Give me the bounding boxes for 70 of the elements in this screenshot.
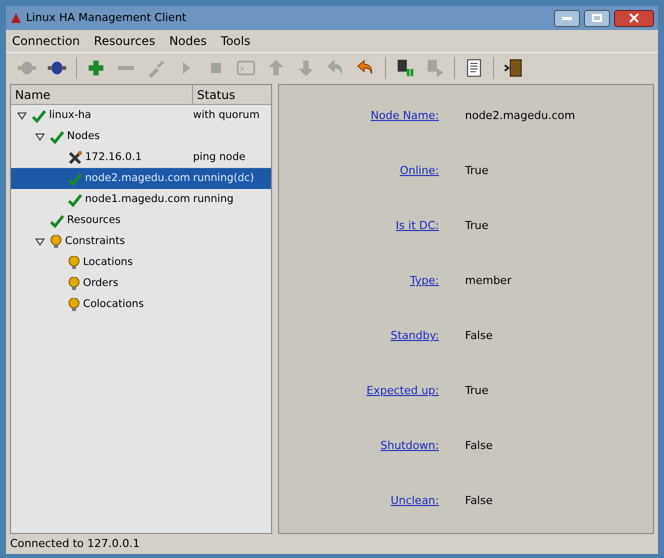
property-value: True (465, 218, 488, 234)
property-link[interactable]: Expected up: (366, 383, 439, 400)
check-icon (68, 192, 82, 206)
column-header[interactable]: Name (11, 85, 193, 104)
property-value: True (465, 163, 488, 180)
play-icon (182, 62, 190, 74)
app-icon (10, 12, 22, 24)
minus-icon (118, 66, 134, 70)
node-name: Locations (83, 254, 133, 270)
tools-icon (68, 150, 82, 164)
node-status: running(dc) (193, 170, 254, 186)
bulb-icon (68, 276, 80, 290)
bulb-icon (68, 256, 80, 270)
check-icon (32, 108, 46, 122)
menu-item[interactable]: Connection (12, 32, 80, 50)
expander-icon[interactable] (17, 110, 27, 120)
property-value: member (465, 273, 512, 290)
maximize-button[interactable] (584, 10, 610, 26)
node-name: Constraints (65, 234, 125, 249)
menu-item[interactable]: Nodes (169, 32, 207, 50)
check-icon (50, 130, 64, 144)
node-status: with quorum (193, 108, 260, 123)
node-name: node1.magedu.com (85, 192, 190, 207)
bulb-icon (50, 234, 62, 248)
window-title: Linux HA Management Client (26, 10, 188, 26)
property-value: True (465, 383, 488, 400)
column-header[interactable]: Status (193, 85, 271, 104)
node-name: Resources (67, 212, 121, 228)
tree-row[interactable]: Locations (11, 252, 271, 273)
tree-row[interactable]: Resources (11, 210, 271, 231)
node-name: 172.16.0.1 (85, 150, 142, 165)
property-link[interactable]: Is it DC: (396, 218, 439, 235)
property-value: False (465, 438, 493, 454)
node-name: linux-ha (49, 108, 92, 123)
tree-row[interactable]: Nodes (11, 126, 271, 147)
property-link[interactable]: Online: (400, 163, 439, 180)
tree-row[interactable]: linux-ha with quorum (11, 105, 271, 126)
close-icon (629, 13, 639, 23)
status-text: Connected to 127.0.0.1 (10, 536, 140, 552)
minimize-button[interactable] (554, 10, 580, 26)
property-value: node2.magedu.com (465, 108, 576, 124)
menu-item[interactable]: Resources (94, 32, 156, 50)
tree-row[interactable]: node2.magedu.com running(dc) (11, 168, 271, 189)
property-link[interactable]: Type: (410, 273, 439, 290)
property-link[interactable]: Node Name: (370, 108, 439, 125)
node-name: Colocations (83, 296, 144, 312)
property-value: False (465, 328, 493, 344)
tree-row[interactable]: Colocations (11, 294, 271, 315)
menu-item[interactable]: Tools (220, 32, 250, 50)
stop-icon (211, 62, 221, 72)
node-name: Orders (83, 276, 118, 291)
close-button[interactable] (614, 10, 654, 26)
bulb-icon (68, 298, 80, 312)
tree-row[interactable]: 172.16.0.1 ping node (11, 147, 271, 168)
node-name: Nodes (67, 128, 100, 144)
expander-icon[interactable] (35, 236, 45, 246)
tree-row[interactable]: node1.magedu.com running (11, 189, 271, 210)
check-icon (68, 172, 82, 186)
node-status: ping node (193, 150, 246, 165)
tree-row[interactable]: Constraints (11, 231, 271, 252)
property-link[interactable]: Unclean: (390, 493, 439, 510)
property-link[interactable]: Standby: (390, 328, 439, 345)
check-icon (50, 214, 64, 228)
tree-row[interactable]: Orders (11, 273, 271, 294)
property-value: False (465, 493, 493, 510)
exit-icon (502, 56, 524, 78)
node-status: running (193, 192, 234, 207)
expander-icon[interactable] (35, 132, 45, 142)
node-name: node2.magedu.com (85, 170, 190, 186)
property-link[interactable]: Shutdown: (380, 438, 439, 455)
